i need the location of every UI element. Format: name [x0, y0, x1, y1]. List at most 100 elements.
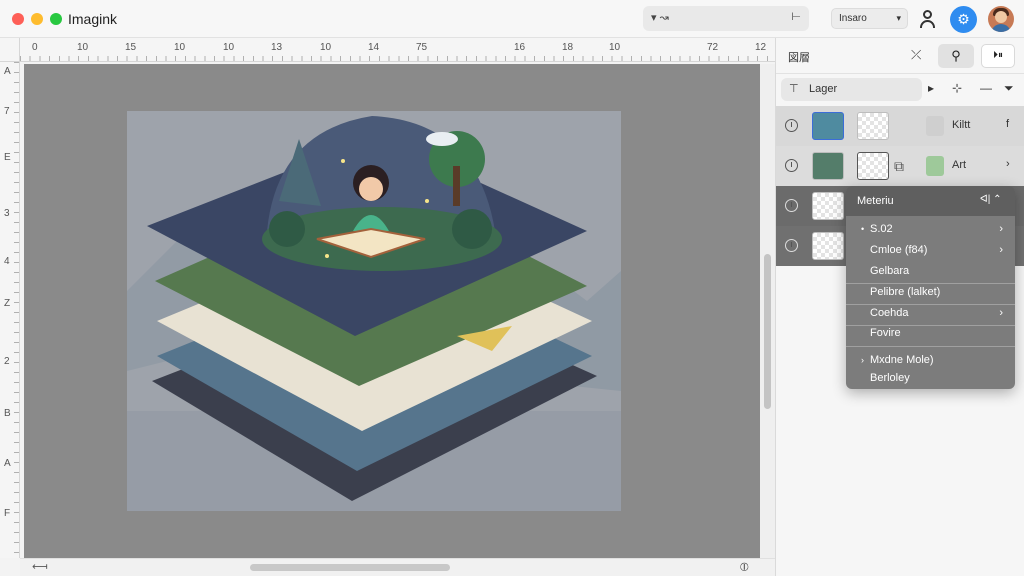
ruler-tick: 14	[368, 42, 380, 53]
ruler-tick: 10	[320, 42, 332, 53]
menu-item[interactable]: • S.02 ›	[846, 219, 1015, 239]
menu-item-label: Coehda	[870, 307, 909, 319]
layer-thumbnail	[812, 192, 844, 220]
ruler-tick: 4	[4, 256, 10, 267]
menu-collapse-icon[interactable]: ᐊ| ⌃	[980, 194, 1001, 205]
avatar-face	[995, 11, 1007, 23]
close-window-button[interactable]	[12, 13, 24, 25]
mode-label: Insaro	[839, 13, 867, 24]
layer-thumbnail	[812, 112, 844, 140]
play-icon[interactable]: ▸	[928, 81, 934, 95]
ruler-tick: 3	[4, 208, 10, 219]
ruler-tick: 18	[562, 42, 574, 53]
menu-item[interactable]: › Mxdne Mole)	[846, 350, 1015, 370]
ruler-tick: F	[4, 508, 11, 519]
panel-title: 図層	[788, 52, 810, 64]
search-options-icon[interactable]: ⊢	[791, 10, 801, 23]
pin-icon[interactable]: ⤫	[911, 47, 921, 63]
minimize-window-button[interactable]	[31, 13, 43, 25]
material-menu: Meteriu ᐊ| ⌃ • S.02 › Cmloe (f84) › Gelb…	[846, 186, 1015, 389]
layer-fx-icon[interactable]: f	[1006, 118, 1009, 130]
layer-name: Art	[952, 159, 967, 171]
user-icon[interactable]	[918, 9, 938, 29]
layer-filter-field[interactable]: ⊤ Lager	[781, 78, 922, 101]
artwork-illustration	[127, 116, 621, 511]
brush-search-field[interactable]: ▾ ↝ ⊢	[643, 6, 809, 31]
layer-row[interactable]: ⧉ Art ›	[776, 146, 1024, 186]
filter-icon[interactable]: ⏷	[1004, 81, 1014, 96]
linked-masks-icon: ⧉	[894, 158, 904, 174]
visibility-icon[interactable]	[785, 119, 798, 132]
menu-item[interactable]: Gelbara	[846, 261, 1015, 281]
layer-swatch	[926, 116, 944, 136]
user-icon-body	[920, 20, 935, 28]
ruler-tick: 10	[174, 42, 186, 53]
menu-item-label: Mxdne Mole)	[870, 354, 934, 366]
chevron-right-icon: ›	[999, 223, 1003, 235]
avatar[interactable]	[988, 6, 1014, 32]
remove-layer-icon[interactable]: —	[980, 81, 992, 95]
menu-item-label: S.02	[870, 223, 893, 235]
layer-row[interactable]: Kiltt f	[776, 106, 1024, 146]
maximize-window-button[interactable]	[50, 13, 62, 25]
menu-separator	[846, 346, 1015, 347]
search-layers-button[interactable]: ⚲	[938, 44, 974, 68]
title-bar: Imagink ▾ ↝ ⊢ Insaro ▾ ⚙	[0, 0, 1024, 38]
ruler-tick: A	[4, 458, 11, 469]
ruler-tick: 15	[125, 42, 137, 53]
submenu-indicator-icon: ›	[861, 355, 864, 365]
layer-type-icon: ⊤	[789, 83, 799, 95]
ruler-vertical[interactable]: A 7 E 3 4 Z 2 B A F	[0, 62, 20, 558]
layer-mask-thumbnail	[857, 152, 889, 180]
user-icon-head	[923, 10, 932, 19]
canvas-area[interactable]	[24, 64, 760, 558]
menu-item[interactable]: Fovire	[846, 323, 1015, 343]
ruler-tick: 0	[32, 42, 38, 53]
menu-item-label: Fovire	[870, 327, 901, 339]
playback-button[interactable]: ⏵⏸	[981, 44, 1015, 68]
menu-title: Meteriu	[857, 195, 894, 207]
mode-dropdown[interactable]: Insaro ▾	[831, 8, 908, 29]
ruler-tick: B	[4, 408, 11, 419]
ruler-tick: 16	[514, 42, 526, 53]
brush-icon: ▾ ↝	[651, 12, 669, 24]
fit-view-icon[interactable]: ⦶	[740, 560, 749, 575]
menu-item[interactable]: Pelibre (lalket)	[846, 282, 1015, 302]
ruler-tick: A	[4, 66, 11, 77]
chevron-right-icon[interactable]: ›	[1006, 158, 1010, 170]
vertical-scroll-thumb[interactable]	[764, 254, 771, 409]
visibility-icon[interactable]	[785, 199, 798, 212]
ruler-tick: 10	[609, 42, 621, 53]
avatar-torso	[991, 24, 1011, 32]
scroll-left-icon[interactable]: ⟻	[32, 560, 48, 573]
layer-mask-thumbnail	[857, 112, 889, 140]
menu-item-label: Berloley	[870, 372, 910, 384]
horizontal-scroll-thumb[interactable]	[250, 564, 450, 571]
menu-item[interactable]: Coehda ›	[846, 303, 1015, 323]
ruler-tick: 7	[4, 106, 10, 117]
ruler-tick: 72	[707, 42, 719, 53]
chevron-right-icon: ›	[999, 307, 1003, 319]
chevron-down-icon: ▾	[896, 13, 901, 23]
ruler-tick: 12	[755, 42, 767, 53]
gear-icon[interactable]: ⚙	[950, 6, 977, 33]
ruler-tick: 2	[4, 356, 10, 367]
ruler-corner	[0, 38, 20, 62]
vertical-scrollbar[interactable]	[760, 64, 775, 558]
layer-thumbnail	[812, 152, 844, 180]
layer-name: Kiltt	[952, 119, 971, 131]
ruler-tick: 13	[271, 42, 283, 53]
ruler-tick: 75	[416, 42, 428, 53]
horizontal-scrollbar[interactable]: ⟻ ⦶	[20, 558, 775, 576]
menu-item[interactable]: Berloley	[846, 368, 1015, 388]
bullet-icon: •	[861, 224, 865, 234]
visibility-icon[interactable]	[785, 159, 798, 172]
artboard[interactable]	[127, 111, 621, 511]
layer-color-swatch	[926, 156, 944, 176]
menu-item[interactable]: Cmloe (f84) ›	[846, 240, 1015, 260]
ruler-horizontal[interactable]: 0 10 15 10 10 13 10 14 75 16 18 10 72 12	[20, 38, 775, 62]
visibility-icon[interactable]	[785, 239, 798, 252]
menu-item-label: Gelbara	[870, 265, 910, 277]
app-title: Imagink	[68, 11, 118, 27]
add-layer-icon[interactable]: ⊹	[952, 81, 962, 95]
